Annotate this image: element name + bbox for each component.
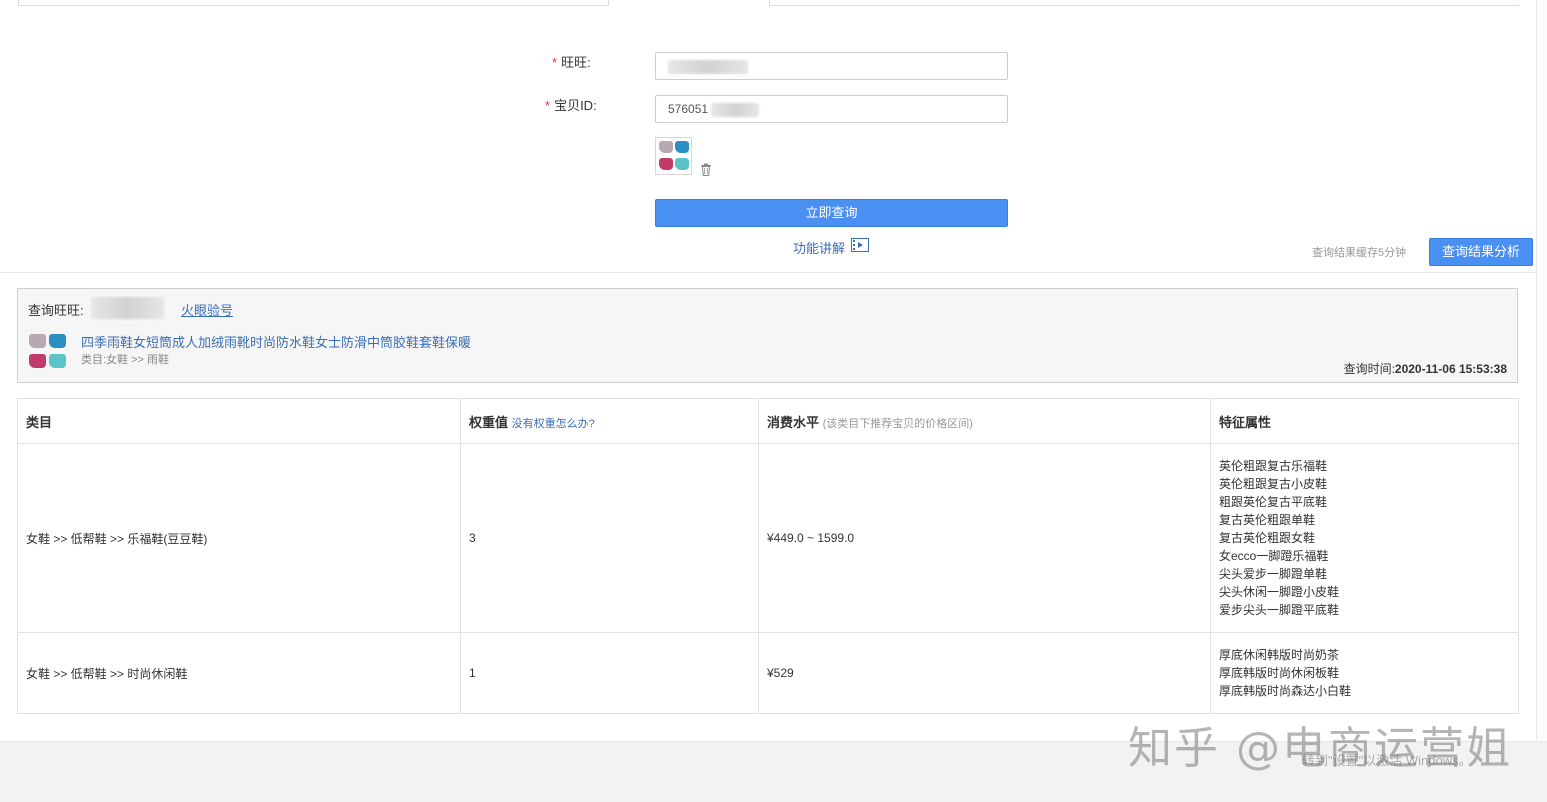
required-mark: *: [545, 98, 551, 113]
attribute-item: 粗跟英伦复古平底鞋: [1219, 495, 1328, 509]
help-link[interactable]: 功能讲解: [793, 238, 845, 257]
row-weight: 1: [460, 632, 759, 714]
video-icon[interactable]: [851, 238, 869, 252]
item-id-value: 576051: [668, 102, 709, 116]
spend-hint: (该类目下推荐宝贝的价格区间): [822, 417, 973, 430]
row-attributes: 厚底休闲韩版时尚奶茶 厚底韩版时尚休闲板鞋 厚底韩版时尚森达小白鞋: [1210, 632, 1519, 714]
product-thumbnail: [28, 331, 68, 371]
scrollbar-track[interactable]: [1536, 0, 1547, 740]
boot-image: [49, 354, 66, 368]
query-result-panel: 查询旺旺: 火眼验号 四季雨鞋女短筒成人加绒雨靴时尚防水鞋女士防滑中筒胶鞋套鞋保…: [17, 288, 1518, 383]
table-header-row: 类目 权重值 没有权重怎么办? 消费水平 (该类目下推荐宝贝的价格区间) 特征属…: [17, 398, 1519, 444]
attribute-item: 厚底韩版时尚休闲板鞋: [1219, 666, 1340, 680]
attribute-item: 厚底韩版时尚森达小白鞋: [1219, 684, 1352, 698]
redacted-value: [711, 102, 760, 117]
wangwang-label: * 旺旺:: [552, 55, 591, 70]
query-wangwang-label: 查询旺旺:: [28, 303, 84, 318]
category-weight-table: 类目 权重值 没有权重怎么办? 消费水平 (该类目下推荐宝贝的价格区间) 特征属…: [17, 398, 1519, 714]
header-weight: 权重值 没有权重怎么办?: [460, 398, 759, 444]
query-time-label: 查询时间:: [1343, 362, 1395, 376]
top-input-strip: [769, 0, 1519, 6]
query-time: 查询时间:2020-11-06 15:53:38: [1344, 360, 1507, 377]
boot-image: [29, 354, 46, 368]
attribute-item: 复古英伦粗跟单鞋: [1219, 513, 1316, 527]
wangwang-input[interactable]: [655, 52, 1008, 80]
redacted-wangwang: [91, 297, 164, 319]
attribute-item: 英伦粗跟复古乐福鞋: [1219, 459, 1328, 473]
attribute-item: 女ecco一脚蹬乐福鞋: [1219, 549, 1329, 563]
item-category: 类目:女鞋 >> 雨鞋: [81, 354, 170, 366]
analyze-button[interactable]: 查询结果分析: [1429, 238, 1533, 266]
header-attributes: 特征属性: [1210, 398, 1519, 444]
cache-note: 查询结果缓存5分钟: [1312, 247, 1407, 259]
required-mark: *: [552, 55, 558, 70]
attribute-item: 英伦粗跟复古小皮鞋: [1219, 477, 1328, 491]
boot-image: [659, 158, 673, 170]
item-id-label: * 宝贝ID:: [545, 98, 597, 113]
header-category: 类目: [17, 398, 461, 444]
boot-image: [675, 141, 689, 153]
item-title-link[interactable]: 四季雨鞋女短筒成人加绒雨靴时尚防水鞋女士防滑中筒胶鞋套鞋保暖: [81, 332, 471, 351]
section-divider: [0, 272, 1536, 273]
table-row: 女鞋 >> 低帮鞋 >> 时尚休闲鞋 1 ¥529 厚底休闲韩版时尚奶茶 厚底韩…: [17, 632, 1519, 714]
boot-image: [675, 158, 689, 170]
weight-help-link[interactable]: 没有权重怎么办?: [512, 418, 595, 430]
attribute-item: 爱步尖头一脚蹬平底鞋: [1219, 603, 1340, 617]
top-input-strip: [18, 0, 609, 6]
verify-link[interactable]: 火眼验号: [181, 300, 233, 319]
query-time-value: 2020-11-06 15:53:38: [1394, 362, 1507, 376]
trash-icon[interactable]: [700, 163, 712, 176]
search-button[interactable]: 立即查询: [655, 199, 1008, 227]
attribute-item: 尖头休闲一脚蹬小皮鞋: [1219, 585, 1340, 599]
watermark: 知乎 @电商运营姐: [1128, 723, 1512, 774]
table-row: 女鞋 >> 低帮鞋 >> 乐福鞋(豆豆鞋) 3 ¥449.0 ~ 1599.0 …: [17, 443, 1519, 633]
product-thumbnail: [655, 137, 692, 175]
item-id-input[interactable]: 576051: [655, 95, 1008, 123]
header-spend: 消费水平 (该类目下推荐宝贝的价格区间): [758, 398, 1211, 444]
row-attributes: 英伦粗跟复古乐福鞋 英伦粗跟复古小皮鞋 粗跟英伦复古平底鞋 复古英伦粗跟单鞋 复…: [1210, 443, 1519, 633]
row-weight: 3: [460, 443, 759, 633]
redacted-value: [668, 59, 748, 74]
row-category: 女鞋 >> 低帮鞋 >> 时尚休闲鞋: [17, 632, 461, 714]
attribute-item: 复古英伦粗跟女鞋: [1219, 531, 1316, 545]
boot-image: [29, 334, 46, 348]
boot-image: [659, 141, 673, 153]
boot-image: [49, 334, 66, 348]
row-category: 女鞋 >> 低帮鞋 >> 乐福鞋(豆豆鞋): [17, 443, 461, 633]
attribute-item: 尖头爱步一脚蹬单鞋: [1219, 567, 1328, 581]
row-spend: ¥529: [758, 632, 1211, 714]
row-spend: ¥449.0 ~ 1599.0: [758, 443, 1211, 633]
attribute-item: 厚底休闲韩版时尚奶茶: [1219, 648, 1340, 662]
